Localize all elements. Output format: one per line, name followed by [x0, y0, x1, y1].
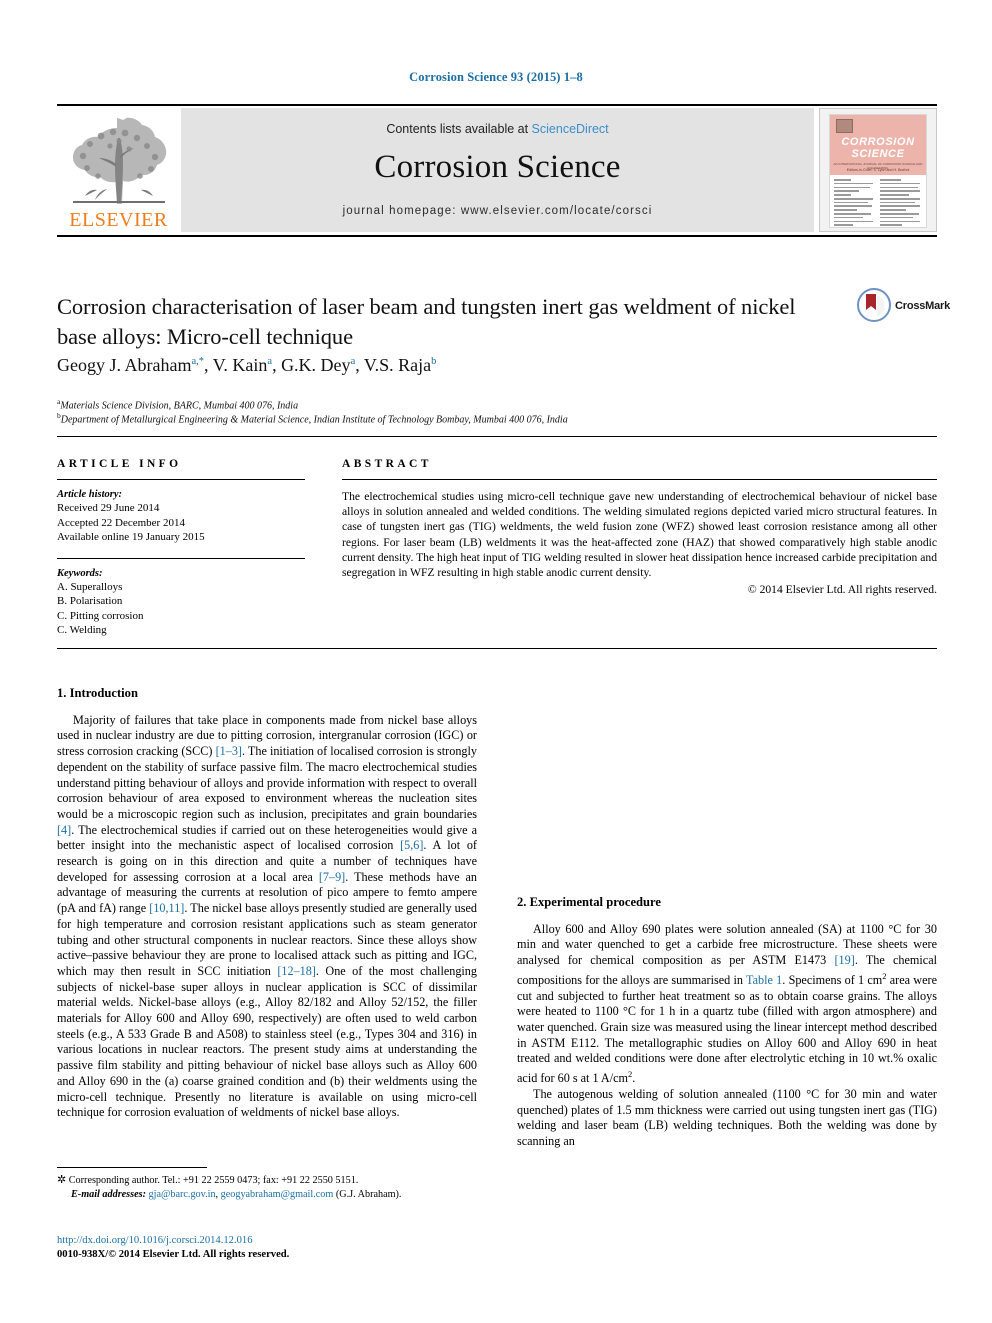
elsevier-tree-icon — [73, 117, 167, 204]
masthead-bottom-rule — [57, 235, 937, 237]
citation-ref[interactable]: [12–18] — [277, 964, 316, 978]
doi-link[interactable]: http://dx.doi.org/10.1016/j.corsci.2014.… — [57, 1234, 487, 1248]
keyword-item: A. Superalloys — [57, 580, 123, 593]
keywords-label: Keywords: — [57, 567, 103, 579]
affiliation-text: Department of Metallurgical Engineering … — [60, 414, 568, 426]
journal-cover-thumbnail[interactable]: CORROSION SCIENCE AN INTERNATIONAL JOURN… — [819, 108, 937, 232]
citation-ref[interactable]: [19] — [835, 953, 855, 967]
elsevier-wordmark: ELSEVIER — [69, 209, 168, 231]
doi-block: http://dx.doi.org/10.1016/j.corsci.2014.… — [57, 1234, 487, 1262]
abstract-heading: ABSTRACT — [342, 458, 432, 470]
email-separator: , — [215, 1189, 219, 1200]
journal-band: Contents lists available at ScienceDirec… — [181, 108, 814, 232]
cover-toc-col-right — [880, 179, 922, 227]
cover-title-line2: SCIENCE — [851, 148, 905, 160]
email-line: E-mail addresses: gja@barc.gov.in, geogy… — [57, 1188, 487, 1202]
keyword-item: C. Welding — [57, 624, 107, 636]
exp-text: . — [632, 1071, 636, 1086]
elsevier-logo: ELSEVIER — [57, 110, 180, 234]
citation-ref[interactable]: [10,11] — [149, 901, 184, 915]
author-affil-mark: a — [267, 356, 273, 367]
affiliation-b: bDepartment of Metallurgical Engineering… — [57, 411, 877, 425]
crossmark-badge[interactable]: CrossMark — [857, 288, 950, 328]
abstract-text: The electrochemical studies using micro-… — [342, 490, 937, 580]
intro-text: . One of the most challenging subjects o… — [57, 963, 477, 1120]
cover-inner: CORROSION SCIENCE AN INTERNATIONAL JOURN… — [829, 114, 927, 228]
cover-toc-lines — [834, 179, 922, 227]
article-history-accepted: Accepted 22 December 2014 — [57, 516, 185, 529]
citation-ref[interactable]: [7–9] — [319, 870, 345, 884]
abstract-rule — [342, 479, 937, 480]
exp-text: area were cut and subjected to further h… — [517, 972, 937, 1086]
author-name[interactable]: V.S. Raja — [364, 355, 431, 375]
email-link-2[interactable]: geogyabraham@gmail.com — [221, 1189, 334, 1200]
keyword-item: B. Polarisation — [57, 595, 123, 607]
article-info-rule — [57, 479, 305, 480]
author-name[interactable]: V. Kain — [213, 355, 268, 375]
email-suffix: (G.J. Abraham). — [335, 1189, 402, 1200]
header-divider — [57, 436, 937, 437]
article-info-heading: ARTICLE INFO — [57, 458, 182, 470]
author-name[interactable]: Geogy J. Abraham — [57, 355, 191, 375]
author-affil-mark: b — [431, 356, 437, 367]
section-heading-experimental: 2. Experimental procedure — [517, 895, 661, 909]
footnote-divider — [57, 1167, 207, 1168]
abstract-bottom-divider — [57, 648, 937, 649]
sciencedirect-link[interactable]: ScienceDirect — [532, 122, 609, 136]
author-affil-mark: a — [350, 356, 356, 367]
abstract-copyright: © 2014 Elsevier Ltd. All rights reserved… — [747, 583, 937, 597]
citation-ref[interactable]: [5,6] — [400, 838, 423, 852]
author-affil-mark: a,* — [191, 356, 205, 367]
footnote-block: ✲ Corresponding author. Tel.: +91 22 255… — [57, 1173, 487, 1202]
experimental-paragraph-1: Alloy 600 and Alloy 690 plates were solu… — [517, 922, 937, 1087]
citation-ref[interactable]: [1–3] — [216, 744, 242, 758]
citation-ref[interactable]: [4] — [57, 823, 71, 837]
email-link-1[interactable]: gja@barc.gov.in — [149, 1189, 216, 1200]
contents-prefix: Contents lists available at — [386, 122, 532, 136]
keyword-item: C. Pitting corrosion — [57, 609, 144, 622]
exp-text: . Specimens of 1 cm — [782, 972, 883, 987]
affiliation-a: aMaterials Science Division, BARC, Mumba… — [57, 397, 877, 411]
article-history-online: Available online 19 January 2015 — [57, 531, 205, 543]
cover-micrograph-image — [836, 119, 853, 133]
author-name[interactable]: G.K. Dey — [281, 355, 351, 375]
article-history-label: Article history: — [57, 489, 123, 500]
body-column-left: 1. Introduction Majority of failures tha… — [57, 686, 477, 1121]
masthead-top-rule — [57, 104, 937, 106]
keywords-rule — [57, 557, 305, 559]
abstract-block: ABSTRACT The electrochemical studies usi… — [342, 458, 937, 596]
corresponding-author-marker: ✲ — [57, 1174, 67, 1186]
journal-homepage[interactable]: journal homepage: www.elsevier.com/locat… — [181, 205, 814, 217]
crossmark-icon — [857, 288, 891, 322]
journal-masthead: ELSEVIER Contents lists available at Sci… — [57, 104, 937, 237]
journal-title: Corrosion Science — [374, 149, 621, 185]
article-history-received: Received 29 June 2014 — [57, 502, 160, 514]
cover-title-line1: CORROSION — [841, 136, 915, 148]
article-page: Corrosion Science 93 (2015) 1–8 ELSEVIER… — [0, 0, 992, 1323]
table-link[interactable]: Table 1 — [746, 973, 782, 987]
page-title: Corrosion characterisation of laser beam… — [57, 294, 796, 349]
crossmark-label: CrossMark — [895, 300, 951, 312]
email-label: E-mail addresses: — [71, 1189, 146, 1200]
issn-copyright: 0010-938X/© 2014 Elsevier Ltd. All right… — [57, 1249, 290, 1260]
article-info-block: ARTICLE INFO Article history: Received 2… — [57, 458, 305, 638]
section-heading-introduction: 1. Introduction — [57, 686, 138, 700]
body-column-right: 2. Experimental procedure Alloy 600 and … — [517, 686, 937, 1150]
affiliation-text: Materials Science Division, BARC, Mumbai… — [60, 400, 299, 412]
running-head: Corrosion Science 93 (2015) 1–8 — [409, 70, 583, 84]
cover-header-block: CORROSION SCIENCE AN INTERNATIONAL JOURN… — [830, 115, 926, 175]
experimental-paragraph-2: The autogenous welding of solution annea… — [517, 1086, 937, 1148]
corresponding-author-text: Corresponding author. Tel.: +91 22 2559 … — [68, 1175, 359, 1186]
cover-editors: Editors-in-Chief: S. Lyon and H. Boehni — [846, 168, 910, 172]
contents-available-line: Contents lists available at ScienceDirec… — [181, 122, 814, 136]
cover-toc-col-left — [834, 179, 876, 227]
author-list: Geogy J. Abrahama,*, V. Kaina, G.K. Deya… — [57, 355, 437, 375]
intro-paragraph: Majority of failures that take place in … — [57, 713, 477, 1121]
